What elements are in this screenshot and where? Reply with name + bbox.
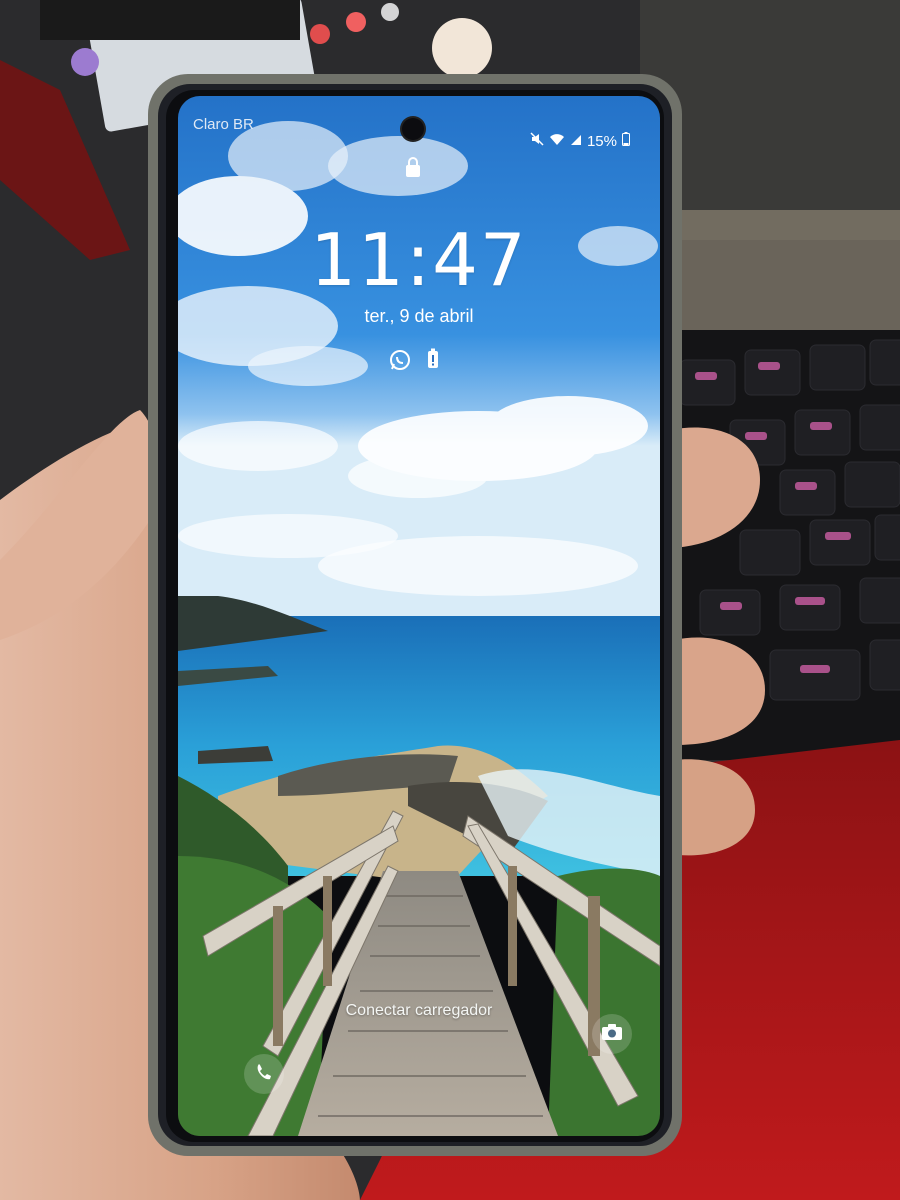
battery-alert-icon [426,348,440,376]
battery-icon [622,132,630,150]
charger-hint: Conectar carregador [345,1002,493,1019]
mute-icon [530,132,544,150]
lockscreen-clock: 11:47 [310,218,528,302]
signal-icon [570,133,582,150]
lock-icon [404,156,422,182]
status-bar: Claro BR 15% [178,96,660,150]
lock-screen: Claro BR 15% 11:47 ter., 9 de abril Cone… [178,96,660,1136]
notification-icons [388,348,440,376]
phone-icon [254,1062,274,1086]
status-icons: 15% [530,132,630,150]
lockscreen-date: ter., 9 de abril [364,306,474,326]
camera-shortcut[interactable] [592,1014,632,1054]
phone-shortcut[interactable] [244,1054,284,1094]
battery-percent: 15% [586,132,617,150]
carrier-label: Claro BR [193,116,254,133]
wifi-icon [549,132,565,150]
camera-icon [601,1023,623,1045]
whatsapp-icon [388,348,412,376]
